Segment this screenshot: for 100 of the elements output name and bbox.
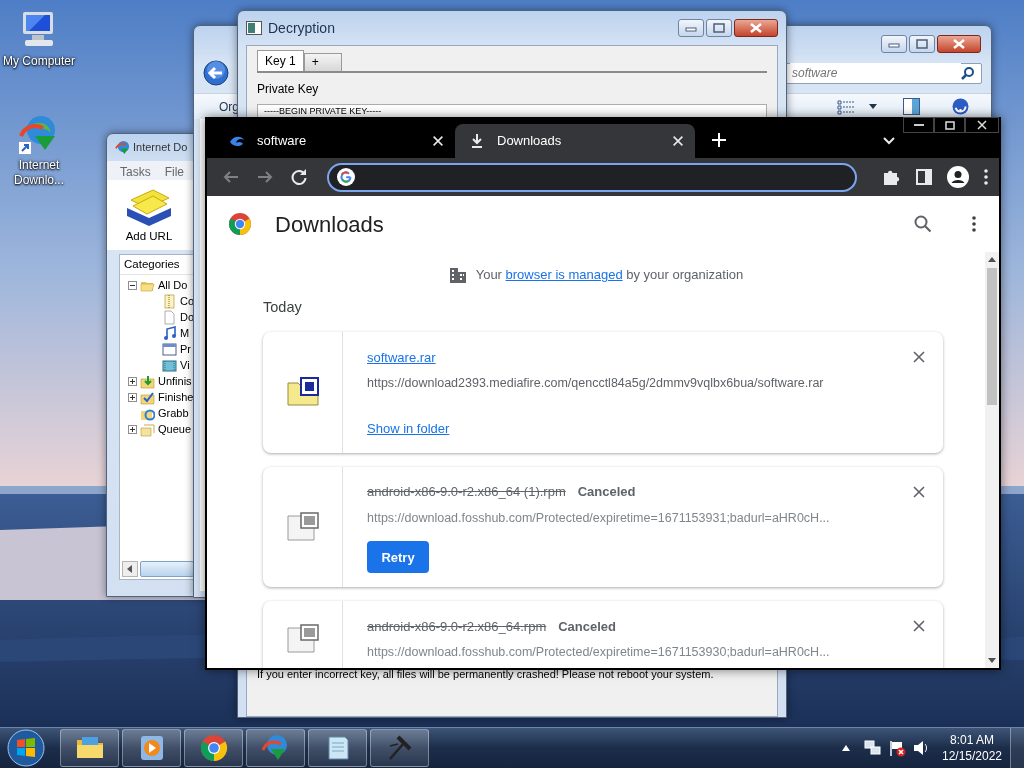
archive-file-icon <box>286 377 319 408</box>
expand-toggle[interactable] <box>128 392 137 402</box>
maximize-icon <box>944 120 955 130</box>
music-note-icon <box>162 325 177 341</box>
minimize-icon <box>888 40 900 48</box>
taskbar-button[interactable] <box>60 729 119 767</box>
show-desktop-button[interactable] <box>1010 728 1024 768</box>
reload-icon[interactable] <box>289 167 309 187</box>
help-icon[interactable] <box>952 98 969 115</box>
taskbar-button[interactable] <box>308 729 367 767</box>
scroll-up-icon[interactable] <box>988 257 996 262</box>
flag-icon[interactable] <box>888 739 906 757</box>
scroll-left-button[interactable] <box>122 561 138 577</box>
document-icon <box>162 309 177 325</box>
field-label: Private Key <box>257 81 320 98</box>
browser-tab[interactable]: Downloads <box>455 124 695 158</box>
icon-label: Internet Downlo... <box>13 158 65 188</box>
maximize-icon <box>713 23 725 33</box>
menu-item[interactable]: Tasks <box>120 163 151 178</box>
scrollbar-thumb[interactable] <box>140 561 194 577</box>
scroll-down-icon[interactable] <box>988 658 996 663</box>
file-link[interactable]: software.rar <box>367 347 436 367</box>
clock-time: 8:01 AM <box>949 732 995 748</box>
expand-toggle[interactable] <box>128 376 137 386</box>
close-icon[interactable] <box>913 485 925 498</box>
window-title: Internet Do <box>133 140 188 156</box>
view-icon[interactable] <box>837 98 855 115</box>
section-heading: Today <box>263 297 303 317</box>
volume-icon[interactable] <box>912 739 930 757</box>
folder-arrow-icon <box>140 373 155 389</box>
more-icon[interactable] <box>983 168 989 186</box>
download-url: https://download2393.mediafire.com/qencctl84a5g/2dmmv9vqlbx6bua/software.rar <box>367 375 825 393</box>
clock-date: 12/15/2022 <box>940 748 1004 764</box>
network-icon[interactable] <box>864 739 882 757</box>
show-hidden-icon[interactable] <box>842 745 850 751</box>
app-icon <box>246 21 262 35</box>
window-icon <box>162 341 177 357</box>
close-button[interactable] <box>965 117 999 133</box>
globe-icon <box>115 140 130 155</box>
minimize-icon <box>913 123 924 127</box>
close-icon <box>952 39 966 49</box>
minimize-button[interactable] <box>903 117 934 133</box>
search-icon <box>961 66 975 80</box>
tab[interactable]: Key 1 <box>257 50 304 71</box>
folders-icon <box>140 421 155 437</box>
profile-icon[interactable] <box>947 166 969 188</box>
plus-icon[interactable] <box>711 132 727 148</box>
more-icon[interactable] <box>971 215 977 233</box>
search-icon[interactable] <box>913 214 933 234</box>
preview-pane-icon[interactable] <box>903 98 920 115</box>
folder-link[interactable]: Show in folder <box>367 419 450 439</box>
maximize-icon <box>916 39 928 49</box>
tree-item[interactable]: Pr <box>180 341 191 358</box>
tree-item[interactable]: Vi <box>180 357 190 374</box>
warning-text: If you enter incorrect key, all files will be permanently crashed! Please not reboot your system. <box>257 666 715 682</box>
managed-link[interactable]: browser is managed <box>505 267 623 282</box>
tree-item[interactable]: All Do <box>158 277 188 294</box>
file-icon <box>286 623 319 654</box>
taskbar-button[interactable] <box>122 729 181 767</box>
expand-toggle[interactable] <box>128 424 137 434</box>
maximize-button[interactable] <box>934 117 965 133</box>
managed-notice: Your browser is managed by your organization <box>475 266 744 284</box>
caret-icon[interactable] <box>869 104 877 109</box>
browser-tab[interactable]: software <box>215 124 455 158</box>
close-button[interactable] <box>734 19 778 37</box>
taskbar-button[interactable] <box>246 729 305 767</box>
side-panel-icon[interactable] <box>915 168 933 186</box>
tree-item[interactable]: M <box>180 325 190 342</box>
tree-item[interactable]: Queue <box>158 421 192 438</box>
film-icon <box>162 357 177 373</box>
start-orb[interactable] <box>5 728 47 768</box>
status-text: Canceled <box>558 617 617 636</box>
tree-item[interactable]: Unfinis <box>158 373 192 390</box>
menu-item[interactable]: File <box>164 163 185 178</box>
tree-item[interactable]: Finishe <box>158 389 194 406</box>
zip-file-icon <box>162 293 177 309</box>
building-icon <box>448 266 467 283</box>
back-icon[interactable] <box>203 60 229 86</box>
maximize-button[interactable] <box>706 19 732 37</box>
close-icon[interactable] <box>913 620 925 633</box>
add-url-button[interactable]: Add URL <box>123 186 175 250</box>
retry-button[interactable]: Retry <box>367 541 429 574</box>
download-icon <box>469 133 485 149</box>
close-button[interactable] <box>937 35 981 53</box>
minimize-icon <box>685 24 697 32</box>
taskbar-button[interactable] <box>184 729 243 767</box>
file-name: android-x86-9.0-r2.x86_64 (1).rpm <box>367 482 566 501</box>
logo-icon <box>228 212 252 236</box>
maximize-button[interactable] <box>909 35 935 53</box>
close-icon[interactable] <box>913 351 925 364</box>
file-name: android-x86-9.0-r2.x86_64.rpm <box>367 617 547 636</box>
key-field[interactable]: -----BEGIN PRIVATE KEY----- <box>257 104 767 117</box>
expand-toggle[interactable] <box>128 280 137 290</box>
status-text: Canceled <box>577 482 636 501</box>
address-field[interactable] <box>327 162 857 192</box>
tab[interactable]: + <box>303 53 342 71</box>
tree-item[interactable]: Grabb <box>158 405 189 422</box>
taskbar-button[interactable] <box>370 729 429 767</box>
window-title: Decryption <box>268 18 335 38</box>
scrollbar-thumb[interactable] <box>987 268 997 405</box>
